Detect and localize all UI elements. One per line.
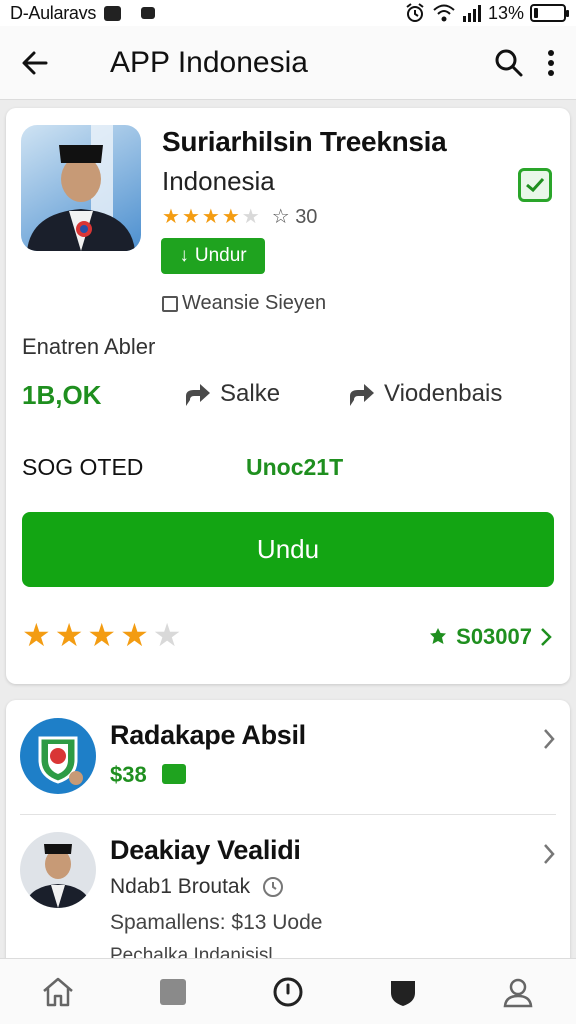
downloads-value: 1B,OK (22, 380, 102, 410)
badge-star-icon (430, 628, 447, 644)
nav-explore[interactable] (258, 962, 318, 1022)
battery-percent: 13% (487, 2, 524, 23)
app-icon (21, 125, 141, 251)
chevron-right-icon (544, 844, 555, 864)
checkbox-label: Weansie Sieyen (182, 292, 327, 314)
list-item[interactable]: Radakape Absil $38 (6, 700, 570, 814)
download-arrow-icon: ↓ (179, 245, 189, 266)
page-title: APP Indonesia (110, 45, 308, 79)
list-item-subtitle: Ndab1 Broutak (110, 875, 284, 899)
star-icon[interactable]: ★ (87, 616, 116, 654)
rating-stars-large[interactable]: ★ ★ ★ ★ ★ (22, 616, 181, 654)
chevron-right-icon (544, 729, 555, 749)
list-item-detail: Spamallens: $13 Uode (110, 911, 323, 934)
bottom-navigation (0, 958, 576, 1024)
nav-library[interactable] (373, 962, 433, 1022)
app-subtitle: Indonesia (162, 166, 275, 196)
notification-icon-2 (141, 7, 156, 19)
star-icon[interactable]: ★ (153, 616, 182, 654)
primary-download-button[interactable]: Undu (22, 512, 554, 587)
list-item-title: Radakape Absil (110, 720, 306, 750)
checkbox-row[interactable]: Weansie Sieyen (162, 292, 326, 315)
star-icon: ★ (162, 206, 180, 228)
battery-icon (530, 4, 569, 22)
notification-icon (104, 5, 122, 21)
nav-profile[interactable] (488, 962, 548, 1022)
list-item-price: $38 (110, 762, 147, 787)
star-icon[interactable]: ★ (22, 616, 51, 654)
detail-left: SOG OTED (22, 454, 144, 480)
related-apps-list: Radakape Absil $38 Deakiay Vealidi Ndab1… (6, 700, 570, 1000)
home-icon (42, 977, 73, 1006)
rating-stars-small: ★ ★ ★ ★ ★ ☆ 30 (162, 204, 317, 229)
carrier-name: D-Aularavs (10, 2, 97, 23)
status-bar: D-Aularavs 13% (0, 0, 576, 26)
shield-icon (391, 980, 416, 1006)
detail-right: Unoc21T (246, 454, 344, 480)
search-icon[interactable] (494, 48, 524, 78)
clock-icon (262, 877, 283, 898)
star-icon: ★ (181, 206, 200, 228)
install-label: Undur (194, 245, 247, 266)
compass-icon (273, 977, 303, 1006)
share-label: Salke (220, 380, 281, 407)
alarm-icon (406, 3, 424, 22)
app-bar: APP Indonesia (0, 26, 576, 100)
person-portrait-icon (24, 844, 92, 908)
nav-home[interactable] (28, 962, 88, 1022)
app-detail-card: Suriarhilsin Treeknsia Indonesia ★ ★ ★ ★… (6, 108, 570, 684)
forward-icon (350, 384, 374, 406)
share-button[interactable]: Salke (182, 380, 280, 408)
profile-icon (503, 978, 533, 1007)
chevron-right-icon (541, 628, 552, 646)
downloads-stat: 1B,OK (22, 380, 101, 411)
reviews-link[interactable]: S03007 (428, 624, 552, 650)
install-badge-button[interactable]: ↓ Undur (161, 238, 265, 274)
star-icon: ★ (221, 206, 240, 228)
square-icon (159, 978, 186, 1005)
rating-count: ☆ 30 (271, 206, 318, 228)
verified-badge-icon[interactable] (518, 168, 552, 202)
reviews-link-text: S03007 (456, 624, 532, 649)
star-icon[interactable]: ★ (55, 616, 84, 654)
nav-apps[interactable] (143, 962, 203, 1022)
app-name: Suriarhilsin Treeknsia (162, 126, 447, 157)
star-icon: ★ (201, 206, 220, 228)
more-vert-icon[interactable] (546, 48, 556, 78)
more-action-button[interactable]: Viodenbais (346, 380, 502, 408)
wifi-icon (433, 4, 455, 22)
star-icon[interactable]: ★ (120, 616, 149, 654)
more-action-label: Viodenbais (384, 380, 503, 407)
section-label: Enatren Abler (22, 334, 156, 359)
emblem-icon (22, 720, 94, 792)
checkbox[interactable] (162, 295, 178, 312)
emblem-thumbnail (20, 718, 96, 794)
signal-icon (462, 5, 481, 22)
share-icon (186, 384, 210, 406)
list-item-title: Deakiay Vealidi (110, 835, 301, 865)
back-button[interactable] (0, 48, 70, 78)
avatar (20, 832, 96, 908)
tag-icon (162, 764, 186, 784)
back-arrow-icon (22, 51, 48, 74)
person-portrait-icon (27, 125, 135, 251)
star-icon: ★ (241, 206, 260, 228)
